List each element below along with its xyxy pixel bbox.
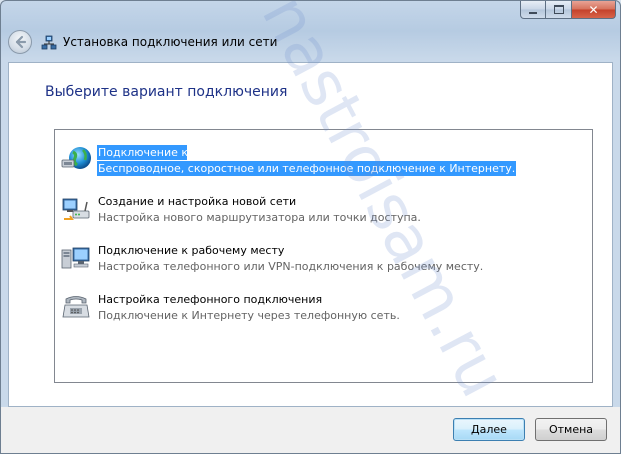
option-title: Создание и настройка новой сети xyxy=(98,195,297,208)
connection-options-list: Подключение к Интернету Беспроводное, ск… xyxy=(54,129,593,383)
option-description: Настройка нового маршрутизатора или точк… xyxy=(98,211,421,224)
window-title: Установка подключения или сети xyxy=(63,35,278,49)
minimize-icon xyxy=(529,11,537,14)
navigation-bar: Установка подключения или сети xyxy=(1,26,620,60)
back-button[interactable] xyxy=(8,30,32,54)
close-icon: ✕ xyxy=(588,2,599,17)
option-title: Подключение к Интернету xyxy=(97,145,255,160)
globe-network-icon xyxy=(61,147,91,169)
option-description: Беспроводное, скоростное или телефонное … xyxy=(97,161,517,176)
option-title: Подключение к рабочему месту xyxy=(98,244,285,257)
maximize-icon xyxy=(553,5,564,14)
minimize-button[interactable] xyxy=(520,1,546,19)
caption-buttons: ✕ xyxy=(520,1,616,20)
router-setup-icon xyxy=(62,198,90,220)
workplace-computer-icon xyxy=(61,247,90,269)
back-arrow-icon xyxy=(15,35,27,49)
page-heading: Выберите вариант подключения xyxy=(45,84,288,100)
maximize-button[interactable] xyxy=(546,1,572,19)
cancel-button[interactable]: Отмена xyxy=(535,418,607,441)
option-internet-connection[interactable]: Подключение к Интернету Беспроводное, ск… xyxy=(57,139,590,177)
option-title: Настройка телефонного подключения xyxy=(98,293,323,306)
content-area: Выберите вариант подключения Подключение… xyxy=(8,62,613,407)
next-button[interactable]: Далее xyxy=(453,418,525,441)
option-dialup-connection[interactable]: Настройка телефонного подключения Подклю… xyxy=(57,286,590,324)
option-new-network[interactable]: Создание и настройка новой сети Настройк… xyxy=(57,188,590,226)
option-workplace-connection[interactable]: Подключение к рабочему месту Настройка т… xyxy=(57,237,590,275)
button-bar: Далее Отмена xyxy=(1,407,620,453)
option-description: Настройка телефонного или VPN-подключени… xyxy=(98,260,484,273)
network-setup-icon xyxy=(41,35,57,50)
option-description: Подключение к Интернету через телефонную… xyxy=(98,309,400,322)
telephone-modem-icon xyxy=(62,296,90,318)
wizard-window: ✕ Установка подключения или сети Выберит… xyxy=(0,0,621,454)
close-button[interactable]: ✕ xyxy=(572,1,616,19)
